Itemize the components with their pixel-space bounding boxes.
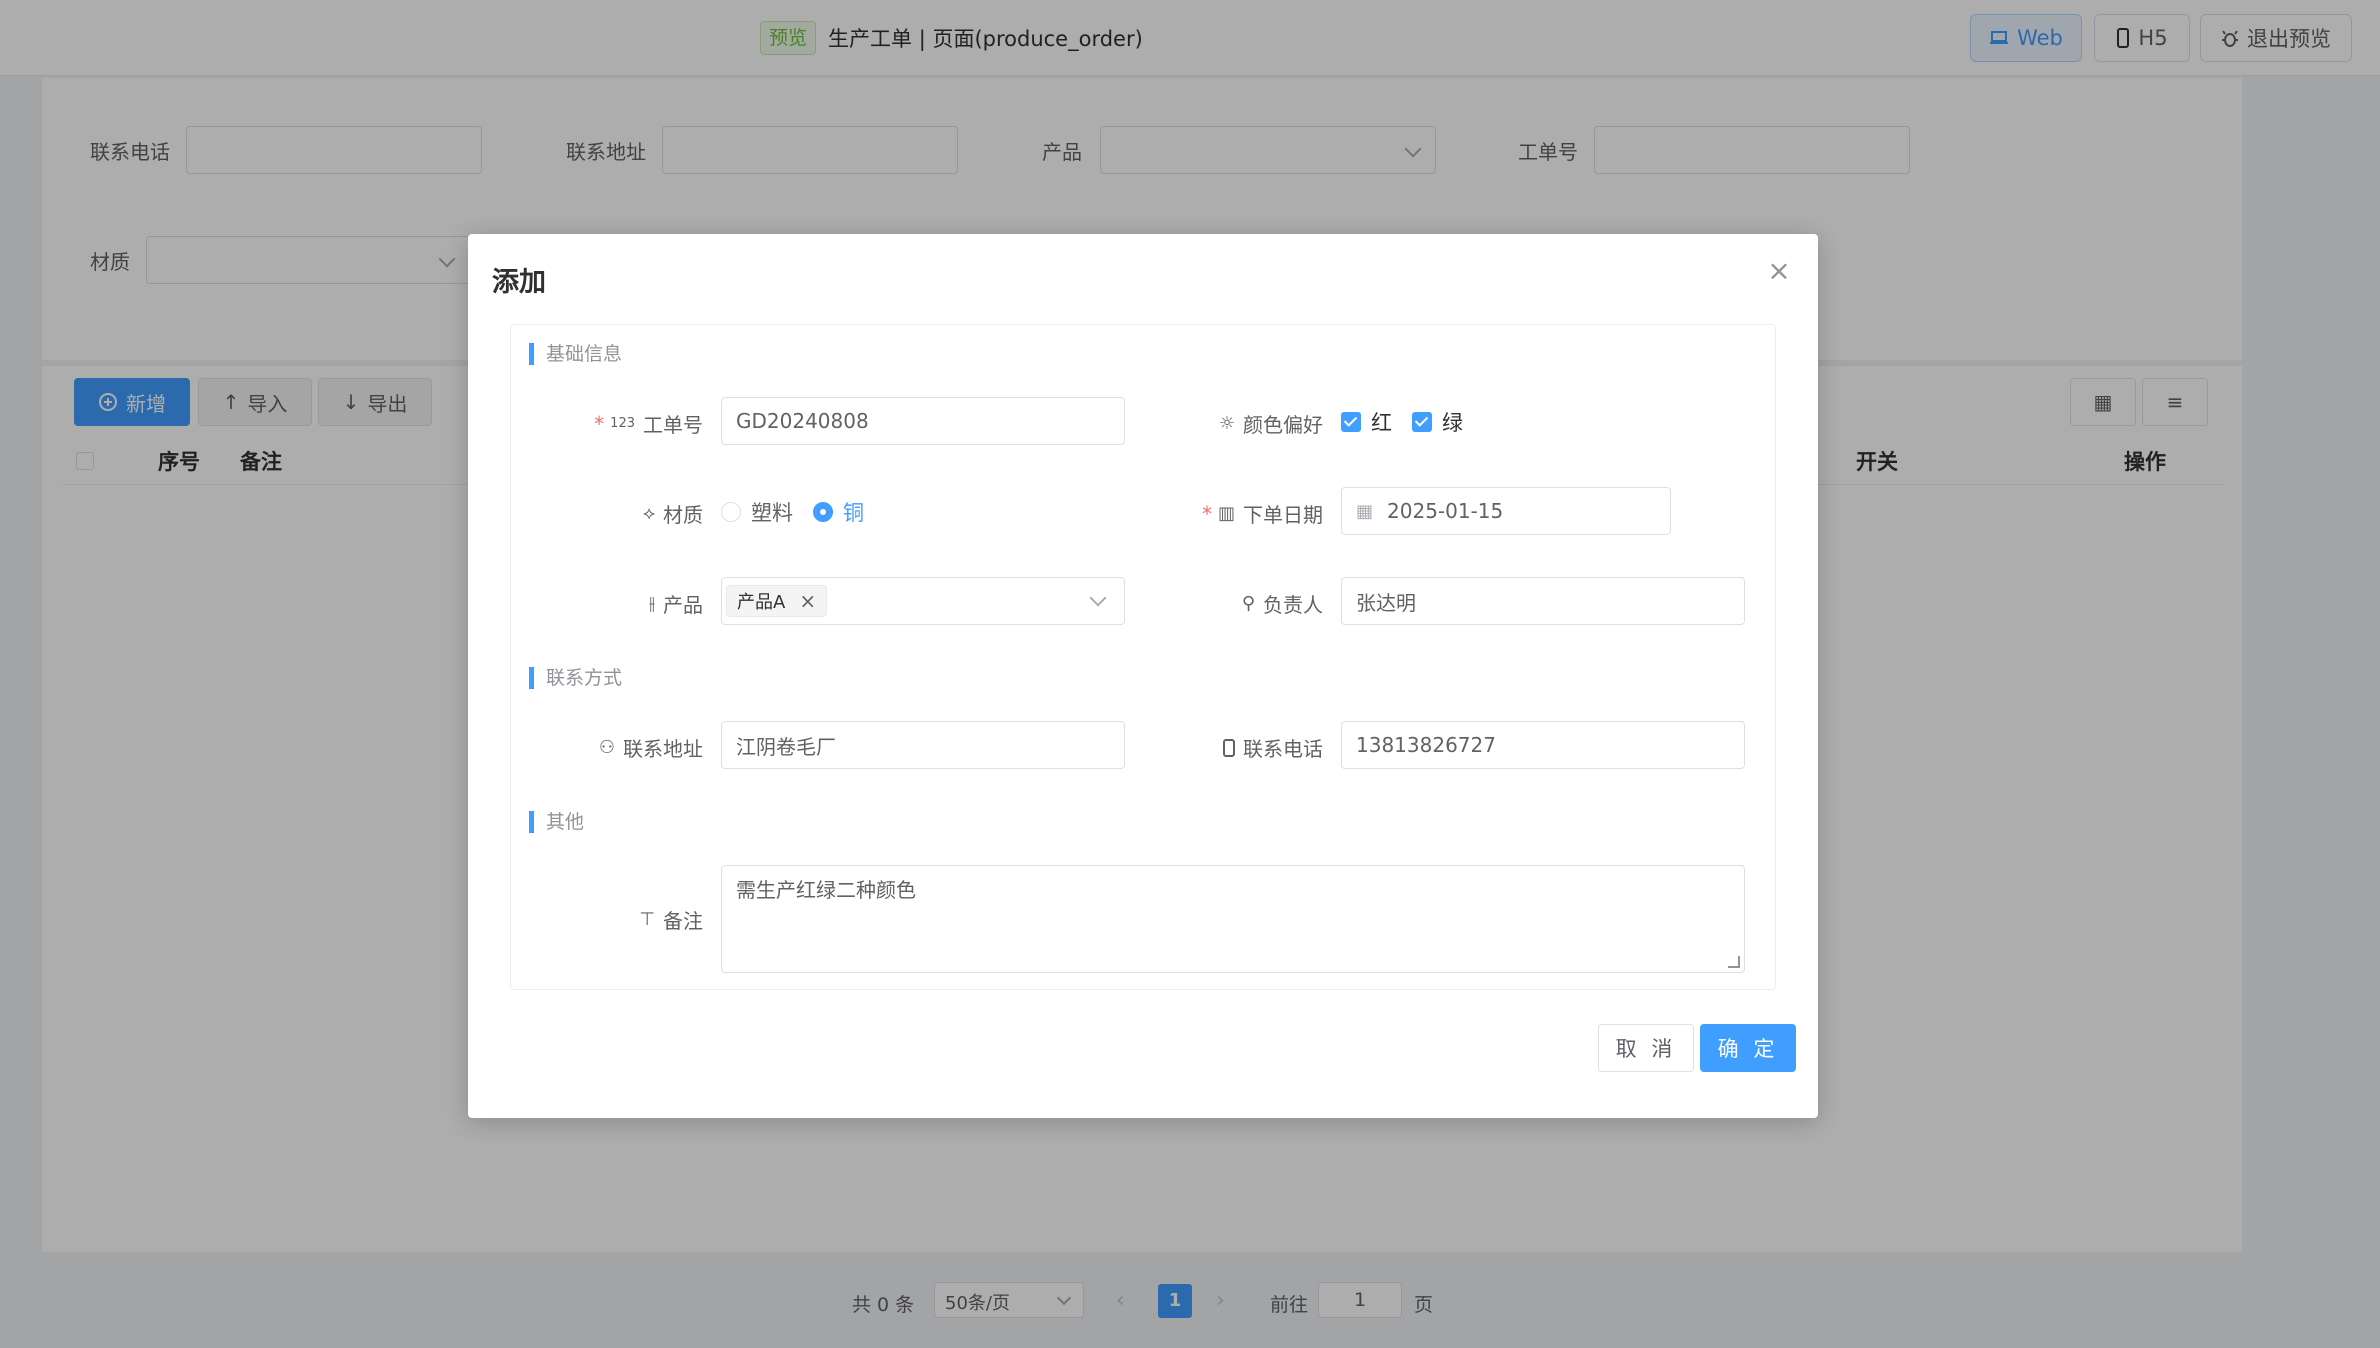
section-contact-title: 联系方式 (529, 667, 622, 689)
product-label: ⫲ 产品 (511, 589, 703, 618)
remark-label: ⊤ 备注 (511, 905, 703, 934)
sun-icon: ☼ (1218, 413, 1235, 434)
material-label-text: 材质 (663, 503, 703, 527)
mobile-icon (1223, 738, 1235, 757)
color-checkbox-group: 红 绿 (1341, 407, 1483, 437)
required-mark: * (1201, 501, 1212, 526)
close-icon[interactable]: × (1764, 256, 1794, 286)
building-icon: ▥ (1217, 503, 1235, 524)
phone-label: 联系电话 (1111, 733, 1323, 762)
color-option-green-label: 绿 (1442, 411, 1463, 435)
radio-unchecked (721, 502, 741, 522)
product-chip-label: 产品A (737, 592, 786, 613)
close-icon[interactable]: × (799, 591, 816, 611)
order-date-value: 2025-01-15 (1387, 499, 1504, 523)
required-mark: * (594, 411, 605, 436)
product-label-text: 产品 (663, 593, 703, 617)
material-option-copper[interactable]: 铜 (813, 497, 864, 527)
owner-label-text: 负责人 (1263, 593, 1323, 617)
phone-input[interactable]: 13813826727 (1341, 721, 1745, 769)
material-label: ⟡ 材质 (511, 499, 703, 528)
text-icon: ⊤ (639, 909, 655, 930)
checkbox-checked (1341, 412, 1361, 432)
color-pref-label-text: 颜色偏好 (1243, 413, 1323, 437)
address-input[interactable]: 江阴卷毛厂 (721, 721, 1125, 769)
material-radio-group: 塑料 铜 (721, 497, 884, 527)
owner-input[interactable]: 张达明 (1341, 577, 1745, 625)
resize-handle[interactable] (1728, 956, 1740, 968)
section-other-title: 其他 (529, 811, 584, 833)
product-select[interactable]: 产品A × (721, 577, 1125, 625)
color-option-red-label: 红 (1371, 411, 1392, 435)
order-date-label-text: 下单日期 (1243, 503, 1323, 527)
user-icon: ⚲ (1241, 593, 1255, 614)
number-icon: 123 (610, 416, 635, 431)
owner-label: ⚲ 负责人 (1111, 589, 1323, 618)
tools-icon: ⫲ (649, 593, 655, 614)
section-basic-title: 基础信息 (529, 343, 622, 365)
checkbox-checked (1412, 412, 1432, 432)
color-option-red[interactable]: 红 (1341, 407, 1392, 437)
form-card: 基础信息 * 123 工单号 GD20240808 ☼ 颜色偏好 红 绿 ⟡ 材… (510, 324, 1776, 990)
remark-textarea[interactable]: 需生产红绿二种颜色 (721, 865, 1745, 973)
order-no-label: * 123 工单号 (511, 409, 703, 438)
cancel-button[interactable]: 取 消 (1598, 1024, 1694, 1072)
address-label: ⚇ 联系地址 (511, 733, 703, 762)
order-no-label-text: 工单号 (643, 413, 703, 437)
radio-checked (813, 502, 833, 522)
order-no-input[interactable]: GD20240808 (721, 397, 1125, 445)
dialog-title: 添加 (492, 267, 546, 298)
address-label-text: 联系地址 (623, 737, 703, 761)
puzzle-icon: ⟡ (643, 503, 655, 524)
material-option-plastic[interactable]: 塑料 (721, 497, 793, 527)
add-dialog: 添加 × 基础信息 * 123 工单号 GD20240808 ☼ 颜色偏好 红 … (468, 234, 1818, 1118)
order-date-label: * ▥ 下单日期 (1111, 499, 1323, 528)
phone-label-text: 联系电话 (1243, 737, 1323, 761)
person-icon: ⚇ (598, 737, 615, 758)
material-option-copper-label: 铜 (843, 501, 864, 525)
order-date-picker[interactable]: ▦ 2025-01-15 (1341, 487, 1671, 535)
calendar-icon: ▦ (1356, 500, 1374, 522)
remark-label-text: 备注 (663, 909, 703, 933)
chevron-down-icon (1089, 589, 1107, 607)
material-option-plastic-label: 塑料 (751, 501, 793, 525)
color-option-green[interactable]: 绿 (1412, 407, 1463, 437)
color-pref-label: ☼ 颜色偏好 (1111, 409, 1323, 438)
confirm-button[interactable]: 确 定 (1700, 1024, 1796, 1072)
product-chip: 产品A × (726, 585, 828, 617)
remark-value: 需生产红绿二种颜色 (736, 878, 916, 902)
